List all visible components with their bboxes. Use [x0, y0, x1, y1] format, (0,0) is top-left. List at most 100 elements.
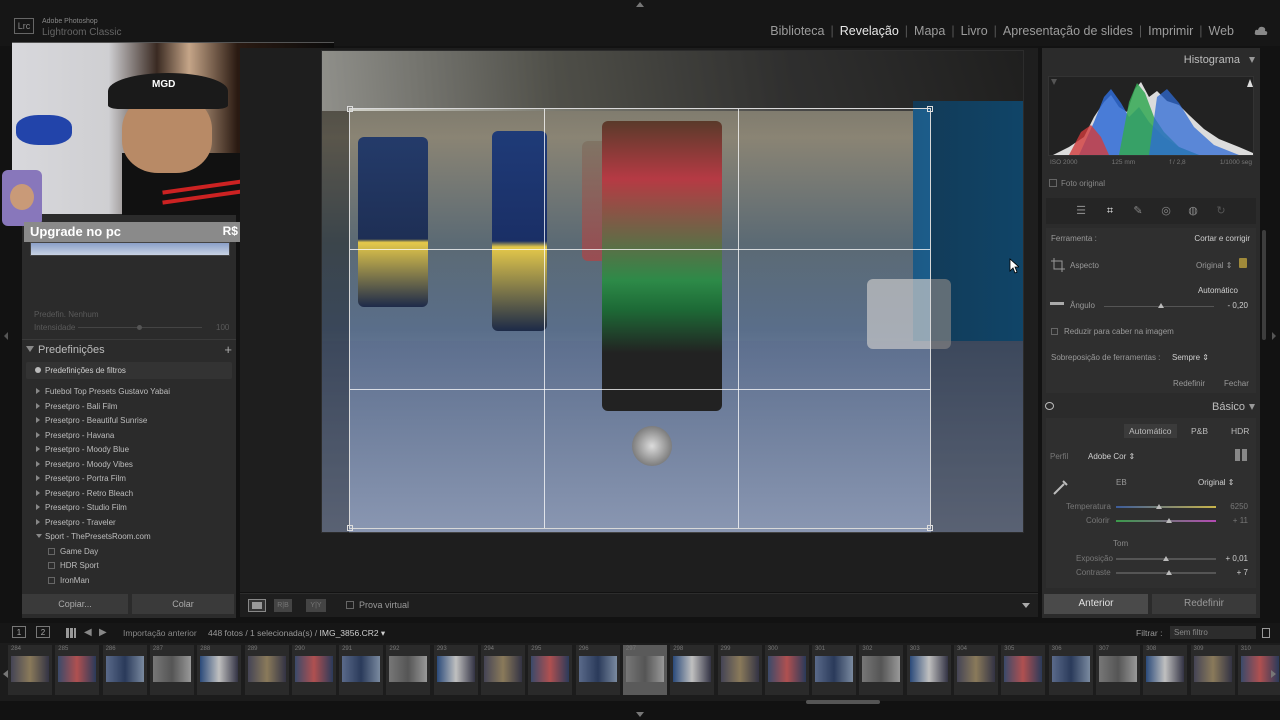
histogram[interactable] — [1048, 76, 1254, 156]
chevron-right-icon[interactable] — [36, 489, 40, 496]
chevron-right-icon[interactable] — [36, 504, 40, 510]
contrast-slider-thumb[interactable] — [1166, 570, 1172, 575]
current-file-name[interactable]: IMG_3856.CR2 ▾ — [320, 628, 386, 638]
chevron-right-icon[interactable] — [36, 388, 40, 394]
before-after-button[interactable]: R|B — [274, 599, 292, 612]
chevron-down-icon[interactable] — [36, 534, 42, 538]
basic-panel-title[interactable]: Básico — [1212, 401, 1245, 413]
toolbar-menu-icon[interactable] — [1022, 603, 1030, 608]
temperature-slider[interactable] — [1116, 506, 1216, 508]
preset-folder[interactable]: Presetpro - Moody Vibes — [26, 458, 232, 473]
intensity-slider-thumb[interactable] — [137, 325, 142, 330]
add-preset-icon[interactable]: + — [224, 342, 232, 357]
filmstrip-scrollbar[interactable] — [806, 700, 880, 704]
filmstrip-left-arrow[interactable] — [3, 670, 8, 678]
collapse-icon[interactable] — [1249, 404, 1255, 410]
filmstrip-thumbnail[interactable]: 293 — [433, 645, 478, 695]
filmstrip-thumbnail[interactable]: 291 — [339, 645, 384, 695]
preset-folder[interactable]: Futebol Top Presets Gustavo Yabai — [26, 385, 232, 400]
tab-black-white[interactable]: P&B — [1186, 424, 1213, 438]
filmstrip-thumbnail[interactable]: 308 — [1143, 645, 1188, 695]
crop-reset-button[interactable]: Redefinir — [1173, 379, 1205, 388]
navigator-thumbnail[interactable] — [30, 242, 230, 256]
filmstrip-thumbnail[interactable]: 307 — [1095, 645, 1140, 695]
filmstrip-thumbnail[interactable]: 295 — [528, 645, 573, 695]
paste-button[interactable]: Colar — [132, 594, 234, 614]
preset-item[interactable]: IronMan — [26, 574, 232, 589]
crop-handle[interactable] — [927, 525, 933, 531]
filmstrip-thumbnail[interactable]: 305 — [1001, 645, 1046, 695]
crop-tool-icon[interactable]: ⌗ — [1103, 204, 1117, 218]
presets-section-header[interactable]: Predefinições + — [22, 339, 236, 359]
crop-close-button[interactable]: Fechar — [1224, 379, 1249, 388]
module-6[interactable]: Web — [1203, 24, 1240, 38]
module-2[interactable]: Mapa — [908, 24, 951, 38]
left-panel-toggle[interactable] — [4, 332, 8, 340]
preset-folder[interactable]: Presetpro - Portra Film — [26, 472, 232, 487]
filmstrip-thumbnail[interactable]: 286 — [102, 645, 147, 695]
filmstrip-thumbnail[interactable]: 287 — [149, 645, 194, 695]
crop-handle[interactable] — [927, 106, 933, 112]
soft-proof-checkbox[interactable] — [346, 601, 354, 609]
chevron-right-icon[interactable] — [36, 460, 40, 467]
red-eye-icon[interactable]: ◎ — [1159, 204, 1173, 218]
profile-select[interactable]: Adobe Cor ⇕ — [1088, 452, 1135, 461]
bottom-panel-toggle[interactable] — [636, 712, 644, 717]
crop-handle[interactable] — [347, 525, 353, 531]
chevron-right-icon[interactable] — [36, 431, 40, 438]
compare-button[interactable]: Y|Y — [306, 599, 326, 612]
filmstrip-thumbnail[interactable]: 309 — [1190, 645, 1235, 695]
chevron-right-icon[interactable] — [36, 475, 40, 481]
filmstrip-thumbnail[interactable]: 296 — [575, 645, 620, 695]
constrain-checkbox[interactable] — [1051, 328, 1058, 335]
module-1[interactable]: Revelação — [834, 24, 905, 38]
right-panel-scrollbar[interactable] — [1262, 230, 1266, 340]
collapse-icon[interactable] — [1249, 57, 1255, 63]
filmstrip-thumbnail[interactable]: 298 — [670, 645, 715, 695]
previous-button[interactable]: Anterior — [1044, 594, 1148, 614]
filmstrip-thumbnail[interactable]: 303 — [906, 645, 951, 695]
filmstrip-thumbnail[interactable]: 292 — [386, 645, 431, 695]
original-photo-checkbox[interactable] — [1049, 179, 1057, 187]
cloud-icon[interactable] — [1254, 26, 1268, 36]
top-panel-toggle[interactable] — [636, 2, 644, 7]
chevron-right-icon[interactable] — [36, 417, 40, 423]
module-0[interactable]: Biblioteca — [764, 24, 830, 38]
chevron-right-icon[interactable] — [36, 402, 40, 409]
tab-auto[interactable]: Automático — [1124, 424, 1177, 438]
exposure-slider-thumb[interactable] — [1163, 556, 1169, 561]
preset-folder[interactable]: Presetpro - Studio Film — [26, 501, 232, 516]
copy-button[interactable]: Copiar... — [22, 594, 128, 614]
module-3[interactable]: Livro — [955, 24, 994, 38]
eyedropper-icon[interactable] — [1052, 478, 1070, 496]
preset-folder[interactable]: Presetpro - Retro Bleach — [26, 487, 232, 502]
preset-folder[interactable]: Presetpro - Bali Film — [26, 400, 232, 415]
filmstrip-thumbnail[interactable]: 290 — [291, 645, 336, 695]
back-arrow-icon[interactable]: ◀ — [84, 627, 92, 638]
filmstrip-thumbnail[interactable]: 304 — [954, 645, 998, 695]
filmstrip-thumbnail[interactable]: 289 — [244, 645, 289, 695]
preset-item[interactable]: Game Day — [26, 545, 232, 560]
straighten-tool-icon[interactable] — [1050, 302, 1064, 305]
filmstrip-thumbnail[interactable]: 302 — [859, 645, 904, 695]
preset-item[interactable]: HDR Sport — [26, 559, 232, 574]
preset-folder[interactable]: Presetpro - Traveler — [26, 516, 232, 531]
edit-sliders-icon[interactable]: ☰ — [1074, 204, 1088, 218]
auto-straighten-button[interactable]: Automático — [1198, 286, 1238, 295]
angle-slider-thumb[interactable] — [1158, 303, 1164, 308]
grid-view-icon[interactable] — [66, 628, 76, 638]
tint-slider-thumb[interactable] — [1166, 518, 1172, 523]
histogram-title[interactable]: Histograma — [1042, 54, 1254, 66]
temperature-slider-thumb[interactable] — [1156, 504, 1162, 509]
preset-folder[interactable]: Presetpro - Beautiful Sunrise — [26, 414, 232, 429]
healing-brush-icon[interactable]: ✎ — [1131, 204, 1145, 218]
source-label[interactable]: Importação anterior — [123, 628, 197, 638]
chevron-right-icon[interactable] — [36, 518, 40, 525]
profile-browser-icon[interactable] — [1235, 449, 1247, 461]
filmstrip-thumbnail[interactable]: 284 — [8, 645, 52, 695]
tab-hdr[interactable]: HDR — [1226, 424, 1254, 438]
chevron-right-icon[interactable] — [36, 446, 40, 452]
forward-arrow-icon[interactable]: ▶ — [99, 627, 107, 638]
lock-icon[interactable] — [1239, 258, 1247, 268]
filmstrip-thumbnail[interactable]: 294 — [481, 645, 525, 695]
